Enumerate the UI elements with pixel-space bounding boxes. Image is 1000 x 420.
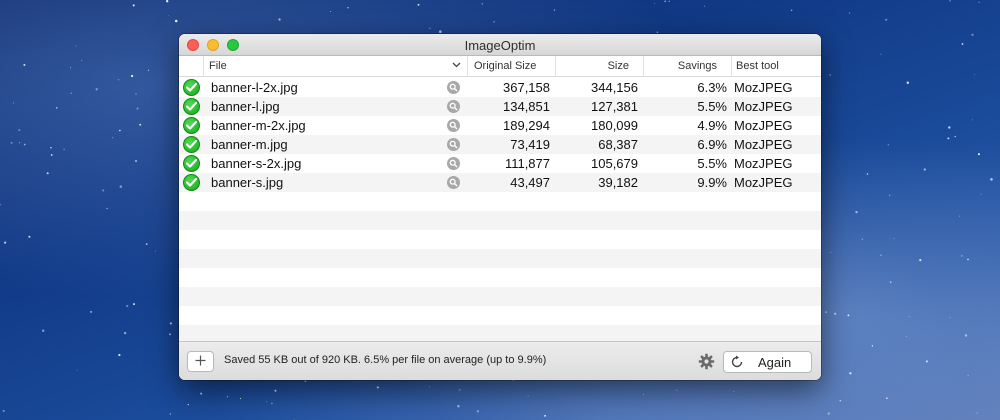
table-row[interactable]: banner-m-2x.jpg 189,294 180,099 4.9% MozJPEG <box>179 116 821 135</box>
magnifier-icon <box>447 119 460 132</box>
empty-row <box>179 230 821 249</box>
savings-value: 4.9% <box>697 118 727 133</box>
column-header-savings[interactable]: Savings <box>643 56 731 77</box>
size-value: 39,182 <box>598 175 638 190</box>
table-header: File Original Size Size Savings Best too… <box>179 56 821 77</box>
gear-icon[interactable] <box>698 353 715 370</box>
bottom-bar: Saved 55 KB out of 920 KB. 6.5% per file… <box>179 341 821 380</box>
magnifier-icon <box>447 100 460 113</box>
check-circle-icon <box>183 174 200 191</box>
size-value: 68,387 <box>598 137 638 152</box>
check-circle-icon <box>183 79 200 96</box>
check-circle-icon <box>183 98 200 115</box>
table-row[interactable]: banner-s.jpg 43,497 39,182 9.9% MozJPEG <box>179 173 821 192</box>
savings-value: 6.9% <box>697 137 727 152</box>
table-row[interactable]: banner-l.jpg 134,851 127,381 5.5% MozJPEG <box>179 97 821 116</box>
table-row[interactable]: banner-m.jpg 73,419 68,387 6.9% MozJPEG <box>179 135 821 154</box>
best-tool-value: MozJPEG <box>734 118 793 133</box>
add-files-button[interactable] <box>187 351 214 372</box>
window-title: ImageOptim <box>464 38 536 53</box>
imageoptim-window: ImageOptim File Original Size Size Savin… <box>179 34 821 380</box>
column-header-original-size[interactable]: Original Size <box>467 56 555 77</box>
savings-value: 6.3% <box>697 80 727 95</box>
original-size-value: 367,158 <box>503 80 550 95</box>
empty-row <box>179 306 821 325</box>
file-name: banner-m.jpg <box>211 137 288 152</box>
column-header-size[interactable]: Size <box>555 56 643 77</box>
size-value: 105,679 <box>591 156 638 171</box>
refresh-icon <box>730 355 744 369</box>
column-header-file[interactable]: File <box>203 56 467 77</box>
original-size-value: 134,851 <box>503 99 550 114</box>
column-header-file-label: File <box>209 60 227 72</box>
size-value: 344,156 <box>591 80 638 95</box>
status-cell <box>183 174 201 193</box>
magnifier-icon <box>447 81 460 94</box>
best-tool-value: MozJPEG <box>734 80 793 95</box>
file-name: banner-s.jpg <box>211 175 284 190</box>
size-value: 127,381 <box>591 99 638 114</box>
file-rows: banner-l-2x.jpg 367,158 344,156 6.3% MozJPEG… <box>179 78 821 192</box>
original-size-value: 73,419 <box>510 137 550 152</box>
title-bar[interactable]: ImageOptim <box>179 34 821 56</box>
size-value: 180,099 <box>591 118 638 133</box>
table-row[interactable]: banner-s-2x.jpg 111,877 105,679 5.5% MozJPEG <box>179 154 821 173</box>
savings-value: 9.9% <box>697 175 727 190</box>
check-circle-icon <box>183 117 200 134</box>
empty-rows <box>179 192 821 341</box>
empty-row <box>179 249 821 268</box>
magnifier-icon <box>447 176 460 189</box>
savings-value: 5.5% <box>697 156 727 171</box>
file-name: banner-s-2x.jpg <box>211 156 302 171</box>
column-header-best-tool[interactable]: Best tool <box>731 56 821 77</box>
status-cell <box>183 79 201 98</box>
file-name: banner-l-2x.jpg <box>211 80 298 95</box>
best-tool-value: MozJPEG <box>734 137 793 152</box>
file-name: banner-m-2x.jpg <box>211 118 306 133</box>
magnifier-icon <box>447 157 460 170</box>
empty-row <box>179 192 821 211</box>
best-tool-value: MozJPEG <box>734 156 793 171</box>
original-size-value: 111,877 <box>504 156 550 171</box>
empty-row <box>179 287 821 306</box>
file-name: banner-l.jpg <box>211 99 280 114</box>
check-circle-icon <box>183 136 200 153</box>
best-tool-value: MozJPEG <box>734 99 793 114</box>
status-cell <box>183 98 201 117</box>
column-header-status[interactable] <box>179 56 203 77</box>
original-size-value: 189,294 <box>503 118 550 133</box>
check-circle-icon <box>183 155 200 172</box>
empty-row <box>179 211 821 230</box>
best-tool-value: MozJPEG <box>734 175 793 190</box>
file-table: banner-l-2x.jpg 367,158 344,156 6.3% MozJPEG… <box>179 78 821 341</box>
status-summary: Saved 55 KB out of 920 KB. 6.5% per file… <box>224 354 547 366</box>
empty-row <box>179 268 821 287</box>
status-cell <box>183 155 201 174</box>
magnifier-icon <box>447 138 460 151</box>
status-cell <box>183 117 201 136</box>
original-size-value: 43,497 <box>510 175 550 190</box>
chevron-down-icon[interactable] <box>452 56 461 76</box>
savings-value: 5.5% <box>697 99 727 114</box>
again-button-label: Again <box>758 355 792 370</box>
again-button[interactable]: Again <box>723 351 812 373</box>
plus-icon <box>195 353 206 371</box>
status-cell <box>183 136 201 155</box>
empty-row <box>179 325 821 341</box>
table-row[interactable]: banner-l-2x.jpg 367,158 344,156 6.3% MozJPEG <box>179 78 821 97</box>
